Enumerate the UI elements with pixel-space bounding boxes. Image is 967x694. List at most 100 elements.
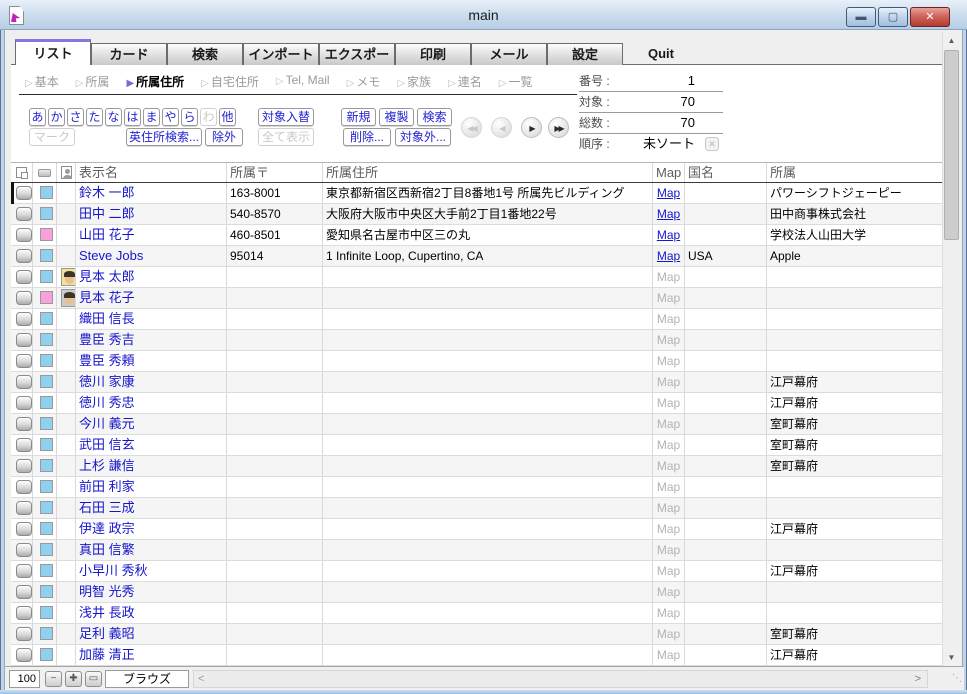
kana-filter-か[interactable]: か [48,108,65,126]
record-card-button[interactable] [16,564,32,578]
country-field[interactable] [685,393,767,413]
scroll-up-icon[interactable]: ▲ [943,33,960,49]
country-field[interactable] [685,183,767,203]
mark-square[interactable] [40,186,53,199]
contact-photo[interactable] [61,289,76,307]
address-field[interactable] [323,414,653,434]
tab-list[interactable]: リスト [15,39,91,65]
address-field[interactable]: 愛知県名古屋市中区三の丸 [323,225,653,245]
record-card-button[interactable] [16,606,32,620]
new-record-button[interactable]: 新規 [341,108,376,126]
record-select-column-header[interactable] [11,163,33,182]
contact-photo[interactable] [61,268,76,286]
mark-square[interactable] [40,312,53,325]
record-card-button[interactable] [16,480,32,494]
mark-square[interactable] [40,270,53,283]
mark-square[interactable] [40,522,53,535]
mark-square[interactable] [40,585,53,598]
display-name-field[interactable]: 石田 三成 [76,498,227,518]
country-field[interactable] [685,309,767,329]
org-field[interactable] [767,477,942,497]
country-field[interactable] [685,561,767,581]
country-field[interactable] [685,435,767,455]
display-name-field[interactable]: 足利 義昭 [76,624,227,644]
org-field[interactable]: Apple [767,246,942,266]
scroll-right-icon[interactable]: > [915,671,921,688]
country-field[interactable] [685,456,767,476]
record-card-button[interactable] [16,333,32,347]
zip-field[interactable]: 163-8001 [227,183,323,203]
mark-square[interactable] [40,249,53,262]
address-field[interactable] [323,582,653,602]
subnav-joint-name[interactable]: ▷連名 [448,73,482,90]
subnav-family[interactable]: ▷家族 [397,73,431,90]
org-field[interactable]: 江戸幕府 [767,645,942,665]
record-card-button[interactable] [16,375,32,389]
mark-square[interactable] [40,501,53,514]
zip-field[interactable] [227,435,323,455]
record-card-button[interactable] [16,438,32,452]
address-field[interactable] [323,309,653,329]
org-field[interactable]: 室町幕府 [767,456,942,476]
record-card-button[interactable] [16,543,32,557]
map-link[interactable]: Map [657,207,680,221]
zip-field[interactable] [227,330,323,350]
record-card-button[interactable] [16,291,32,305]
maximize-button[interactable]: ▢ [878,7,908,27]
address-field[interactable] [323,351,653,371]
country-field[interactable] [685,288,767,308]
display-name-field[interactable]: 見本 太郎 [76,267,227,287]
scroll-left-icon[interactable]: < [198,671,204,688]
country-field[interactable] [685,603,767,623]
address-field[interactable] [323,603,653,623]
country-field[interactable] [685,267,767,287]
tab-card[interactable]: カード [91,43,167,65]
mark-square[interactable] [40,438,53,451]
subnav-overview[interactable]: ▷一覧 [499,73,533,90]
display-name-field[interactable]: 徳川 秀忠 [76,393,227,413]
org-field[interactable]: パワーシフトジェーピー [767,183,942,203]
display-name-field[interactable]: 伊達 政宗 [76,519,227,539]
vertical-scroll-thumb[interactable] [944,50,959,240]
vertical-scrollbar[interactable]: ▲ ▼ [942,33,959,666]
address-field[interactable] [323,498,653,518]
address-field[interactable] [323,330,653,350]
mark-column-header[interactable] [33,163,57,182]
display-name-field[interactable]: 浅井 長政 [76,603,227,623]
zoom-in-button[interactable]: ✚ [65,671,82,687]
org-field[interactable]: 江戸幕府 [767,561,942,581]
mark-square[interactable] [40,648,53,661]
org-field[interactable] [767,498,942,518]
mark-square[interactable] [40,606,53,619]
address-field[interactable] [323,540,653,560]
titlebar[interactable]: main ▬ ▢ ✕ [0,0,967,30]
org-field[interactable]: 田中商事株式会社 [767,204,942,224]
address-field[interactable]: 東京都新宿区西新宿2丁目8番地1号 所属先ビルディング [323,183,653,203]
kana-filter-他[interactable]: 他 [219,108,236,126]
mark-square[interactable] [40,228,53,241]
record-card-button[interactable] [16,207,32,221]
zip-field[interactable] [227,540,323,560]
country-field[interactable] [685,498,767,518]
zip-field[interactable] [227,603,323,623]
address-field[interactable] [323,372,653,392]
toolbar-toggle-button[interactable]: ▭ [85,671,102,687]
record-card-button[interactable] [16,228,32,242]
country-field[interactable]: USA [685,246,767,266]
omit-record-button[interactable]: 対象外... [395,128,451,146]
record-card-button[interactable] [16,354,32,368]
delete-record-button[interactable]: 削除... [343,128,391,146]
mark-square[interactable] [40,480,53,493]
address-field[interactable] [323,645,653,665]
record-card-button[interactable] [16,648,32,662]
display-name-field[interactable]: Steve Jobs [76,246,227,266]
zip-field[interactable] [227,624,323,644]
country-field[interactable] [685,372,767,392]
record-card-button[interactable] [16,249,32,263]
zip-field[interactable] [227,645,323,665]
address-field[interactable]: 1 Infinite Loop, Cupertino, CA [323,246,653,266]
org-field[interactable]: 江戸幕府 [767,393,942,413]
zip-field[interactable] [227,456,323,476]
record-card-button[interactable] [16,396,32,410]
address-field[interactable] [323,477,653,497]
